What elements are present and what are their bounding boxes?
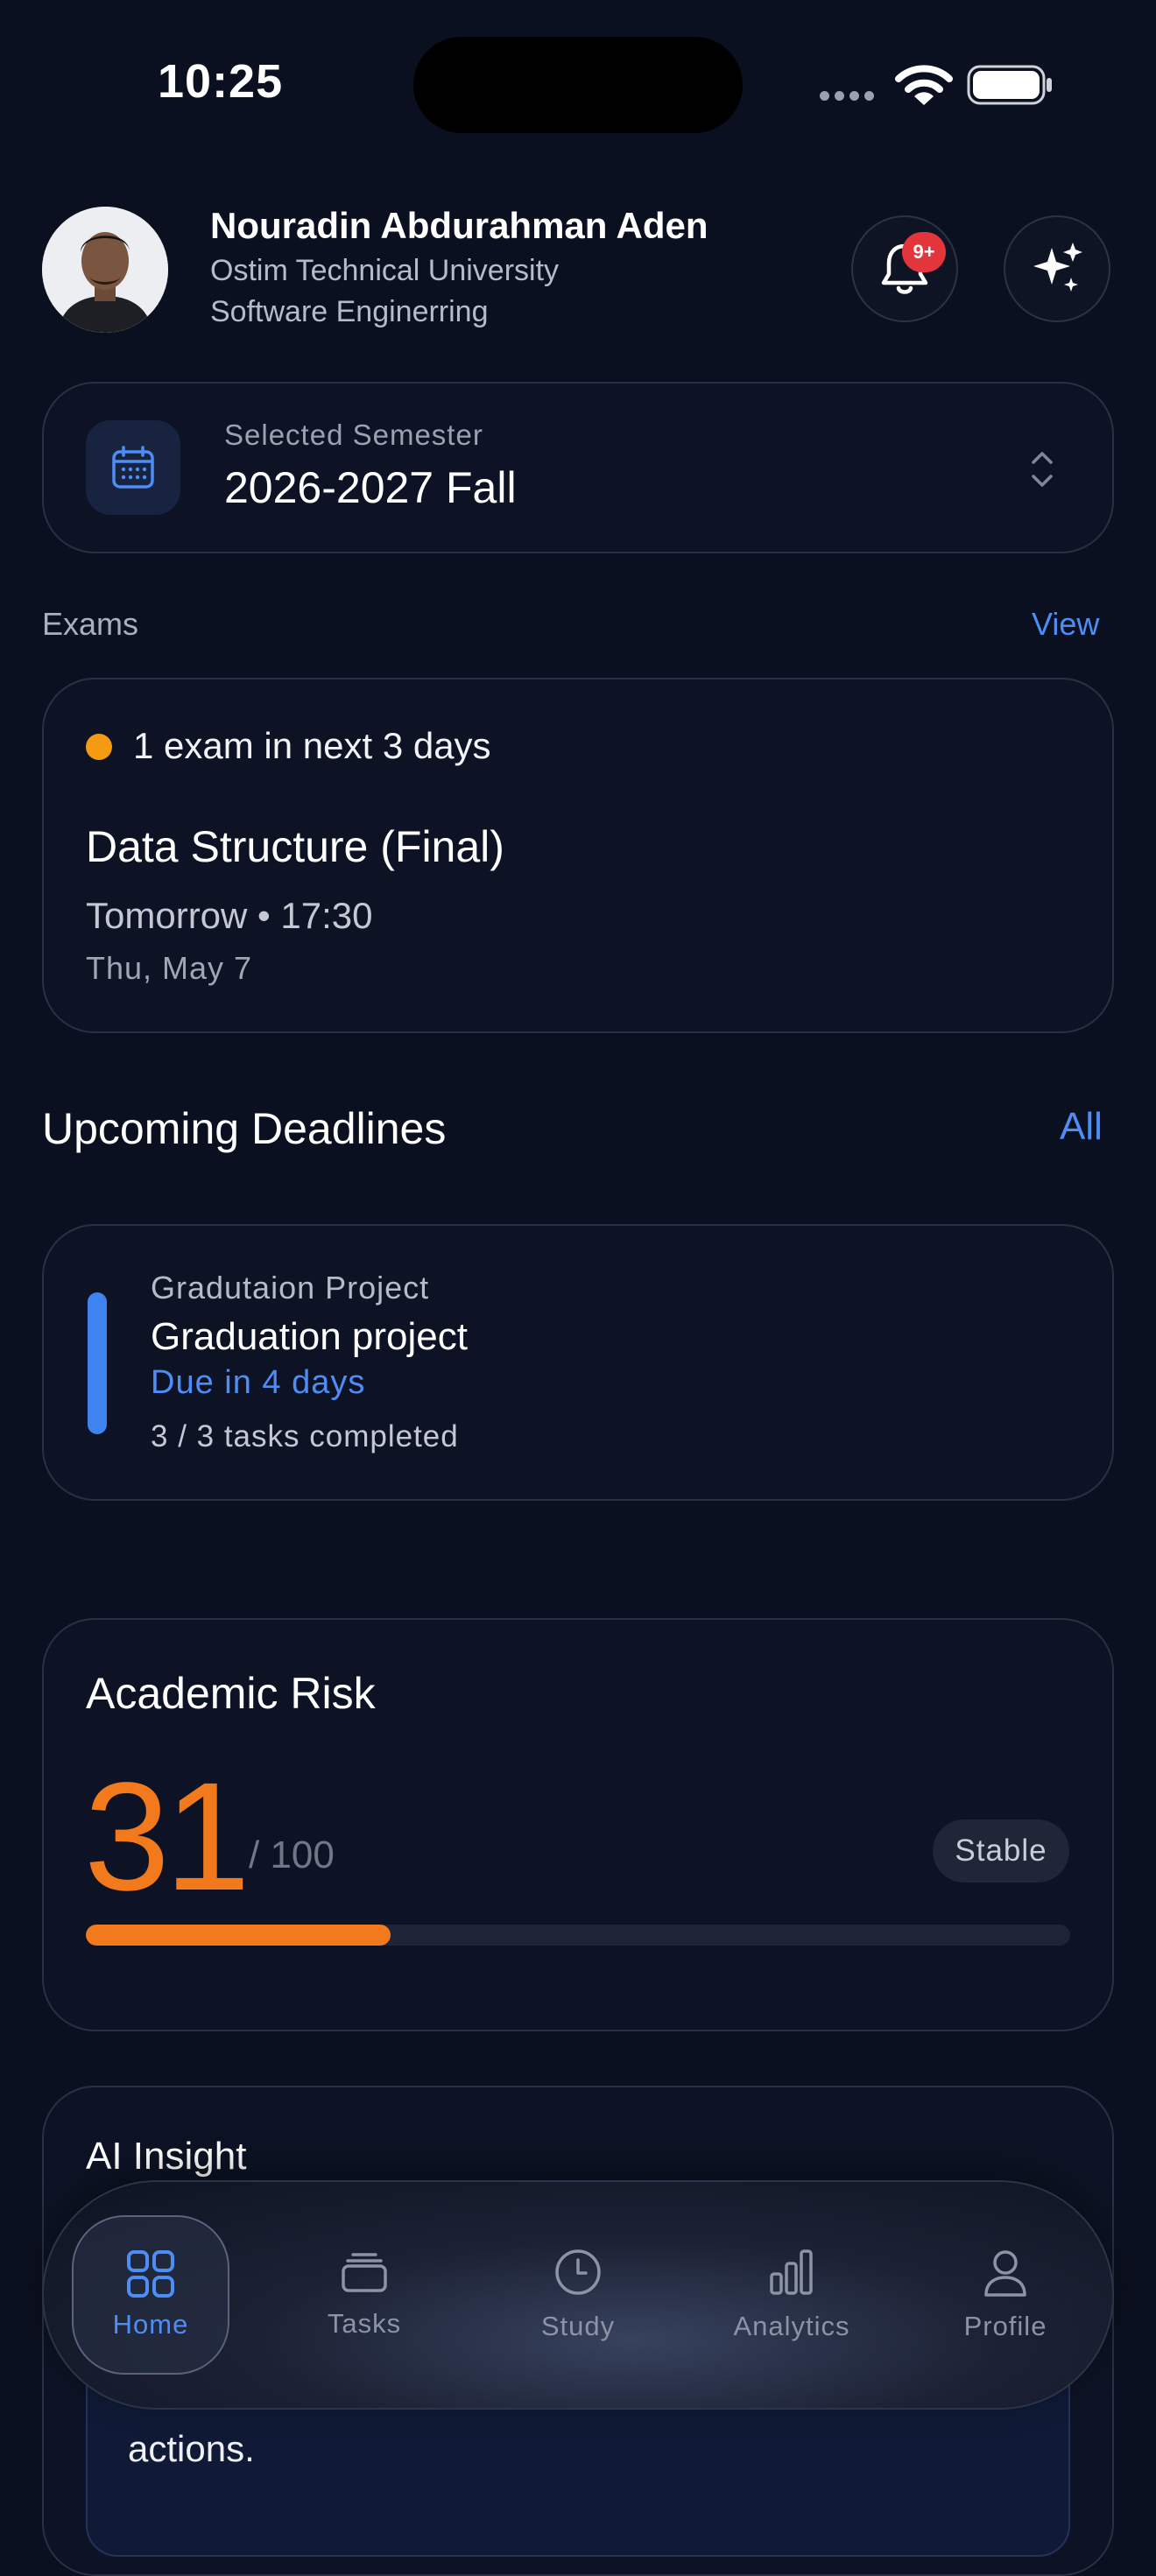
tab-study-label: Study bbox=[540, 2311, 616, 2341]
stack-icon bbox=[342, 2253, 387, 2292]
tab-analytics-label: Analytics bbox=[733, 2311, 850, 2341]
deadline-course: Gradutaion Project bbox=[151, 1270, 430, 1306]
notifications-button[interactable] bbox=[851, 215, 958, 322]
tab-home[interactable]: Home bbox=[72, 2215, 229, 2375]
tab-profile-label: Profile bbox=[963, 2311, 1047, 2341]
deadline-accent-bar bbox=[88, 1292, 107, 1434]
tab-home-label: Home bbox=[112, 2309, 189, 2340]
deadline-due: Due in 4 days bbox=[151, 1364, 366, 1401]
exam-course: Data Structure (Final) bbox=[86, 822, 504, 871]
risk-score: 31 bbox=[84, 1751, 250, 1923]
status-time: 10:25 bbox=[158, 55, 284, 108]
avatar[interactable] bbox=[42, 207, 168, 333]
wifi-icon bbox=[895, 65, 953, 105]
user-university: Ostim Technical University bbox=[210, 254, 560, 287]
semester-label: Selected Semester bbox=[224, 419, 483, 451]
insight-text: actions. bbox=[128, 2428, 255, 2469]
exam-warning-dot bbox=[86, 734, 112, 760]
risk-progress-track bbox=[86, 1925, 1070, 1946]
tab-tasks[interactable]: Tasks bbox=[285, 2215, 443, 2375]
exam-alert: 1 exam in next 3 days bbox=[133, 725, 491, 766]
exams-section-title: Exams bbox=[42, 606, 139, 642]
deadline-progress: 3 / 3 tasks completed bbox=[151, 1419, 459, 1453]
semester-value: 2026-2027 Fall bbox=[224, 463, 517, 512]
calendar-icon bbox=[112, 446, 154, 489]
exam-date: Thu, May 7 bbox=[86, 950, 253, 986]
chevron-up-down-icon bbox=[1032, 452, 1053, 487]
tab-study[interactable]: Study bbox=[499, 2215, 657, 2375]
cellular-signal-icon bbox=[820, 91, 874, 101]
tab-profile[interactable]: Profile bbox=[927, 2215, 1084, 2375]
risk-progress-fill bbox=[86, 1925, 391, 1946]
dynamic-island bbox=[413, 37, 743, 133]
exam-time: Tomorrow • 17:30 bbox=[86, 895, 373, 936]
risk-max: / 100 bbox=[249, 1833, 335, 1876]
notification-badge: 9+ bbox=[902, 232, 946, 272]
calendar-icon-tile bbox=[86, 420, 180, 515]
semester-selector[interactable] bbox=[42, 382, 1114, 553]
tab-tasks-label: Tasks bbox=[327, 2308, 402, 2339]
clock-icon bbox=[555, 2249, 601, 2295]
risk-title: Academic Risk bbox=[86, 1669, 376, 1718]
grid-icon bbox=[127, 2250, 174, 2298]
person-icon bbox=[984, 2250, 1026, 2297]
deadline-card[interactable] bbox=[42, 1224, 1114, 1501]
battery-icon bbox=[967, 65, 1052, 105]
exams-view-link[interactable]: View bbox=[1032, 606, 1099, 643]
user-department: Software Enginerring bbox=[210, 295, 489, 328]
user-name: Nouradin Abdurahman Aden bbox=[210, 205, 708, 246]
risk-status-badge: Stable bbox=[933, 1819, 1069, 1883]
deadlines-section-title: Upcoming Deadlines bbox=[42, 1104, 447, 1153]
insight-title: AI Insight bbox=[86, 2135, 247, 2178]
tab-analytics[interactable]: Analytics bbox=[713, 2215, 871, 2375]
deadline-title: Graduation project bbox=[151, 1315, 468, 1358]
deadlines-all-link[interactable]: All bbox=[1060, 1105, 1103, 1149]
ai-assistant-button[interactable] bbox=[1004, 215, 1110, 322]
bar-chart-icon bbox=[770, 2249, 813, 2295]
sparkles-icon bbox=[1033, 243, 1082, 292]
